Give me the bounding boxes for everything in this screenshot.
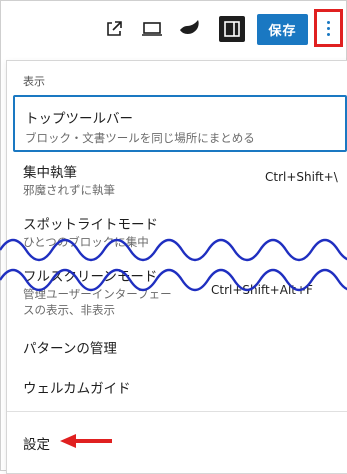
external-link-icon[interactable]: [103, 18, 125, 40]
menu-item-fullscreen[interactable]: フルスクリーンモード 管理ユーザーインターフェー スの表示、非表示 Ctrl+S…: [13, 259, 347, 321]
menu-item-title: 集中執筆: [23, 165, 77, 181]
menu-item-distraction-free[interactable]: 集中執筆 邪魔されずに執筆 Ctrl+Shift+\: [13, 155, 347, 201]
options-dropdown-menu: 表示 トップツールバー ブロック・文書ツールを同じ場所にまとめる 集中執筆 邪魔…: [6, 60, 347, 474]
menu-item-shortcut: Ctrl+Shift+\: [265, 170, 338, 184]
menu-item-title: トップツールバー: [25, 111, 133, 127]
menu-item-title: ウェルカムガイド: [23, 381, 131, 397]
menu-item-title: スポットライトモード: [23, 217, 158, 233]
menu-item-title: パターンの管理: [23, 341, 117, 357]
menu-item-desc: ひとつのブロックに集中: [23, 235, 149, 249]
red-arrow-annotation: [60, 434, 112, 448]
menu-item-title: フルスクリーンモード: [23, 269, 158, 285]
more-options-button[interactable]: [314, 9, 343, 47]
menu-item-welcome-guide[interactable]: ウェルカムガイド: [13, 371, 347, 401]
menu-item-shortcut: Ctrl+Shift+Alt+F: [211, 283, 313, 297]
menu-item-desc: ブロック・文書ツールを同じ場所にまとめる: [25, 131, 255, 145]
editor-toolbar: 保存: [0, 0, 347, 60]
style-halfmoon-icon[interactable]: [176, 16, 202, 42]
menu-item-manage-patterns[interactable]: パターンの管理: [13, 331, 347, 361]
preview-desktop-icon[interactable]: [140, 19, 164, 39]
section-label-view: 表示: [23, 75, 45, 88]
menu-item-title: 設定: [23, 437, 50, 453]
menu-divider: [7, 411, 347, 412]
menu-item-top-toolbar[interactable]: トップツールバー ブロック・文書ツールを同じ場所にまとめる: [13, 95, 347, 152]
menu-item-desc: 邪魔されずに執筆: [23, 183, 115, 197]
sidebar-toggle-icon[interactable]: [219, 16, 245, 42]
save-button[interactable]: 保存: [257, 14, 308, 45]
more-vertical-icon: [327, 20, 330, 36]
menu-item-spotlight[interactable]: スポットライトモード ひとつのブロックに集中: [13, 207, 347, 253]
menu-item-desc-line2: スの表示、非表示: [23, 303, 115, 317]
menu-item-desc-line1: 管理ユーザーインターフェー: [23, 287, 172, 301]
